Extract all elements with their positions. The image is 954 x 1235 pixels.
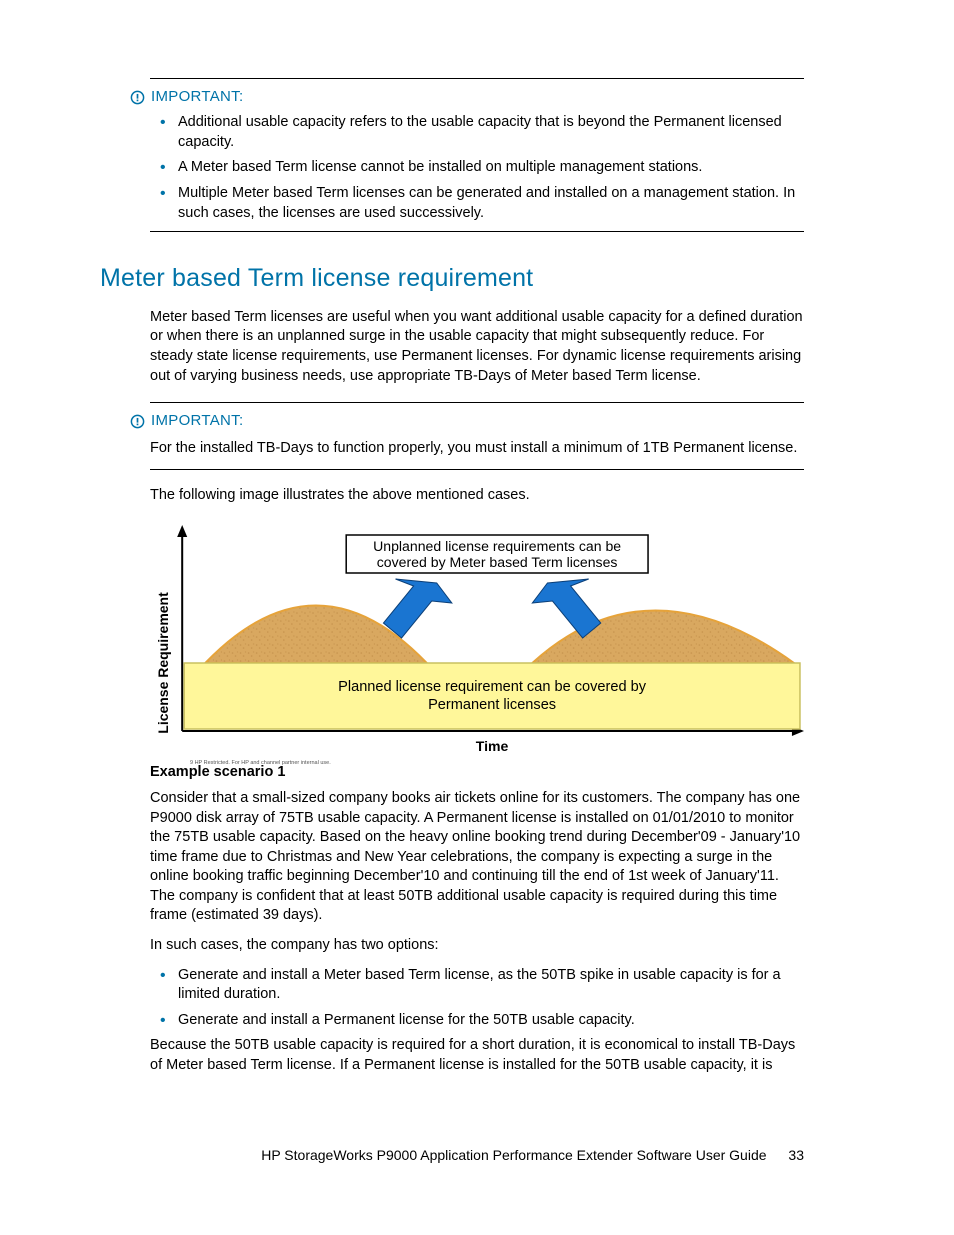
list-item: Generate and install a Meter based Term … — [178, 966, 804, 1005]
divider — [150, 78, 804, 79]
important-label: IMPORTANT: — [130, 411, 804, 431]
figure-footnote: 9 HP Restricted. For HP and channel part… — [190, 760, 331, 767]
important-label: IMPORTANT: — [130, 87, 804, 107]
list-item-text: A Meter based Term license cannot be ins… — [178, 159, 702, 175]
page-number: 33 — [788, 1147, 804, 1163]
important-block-2: IMPORTANT: For the installed TB-Days to … — [150, 411, 804, 459]
section-heading: Meter based Term license requirement — [100, 262, 804, 296]
example-bullet-list: Generate and install a Meter based Term … — [178, 966, 804, 1031]
example-p2: In such cases, the company has two optio… — [150, 936, 804, 956]
example-p3: Because the 50TB usable capacity is requ… — [150, 1036, 804, 1075]
divider — [150, 231, 804, 232]
list-item: Additional usable capacity refers to the… — [178, 113, 804, 152]
alert-icon — [130, 90, 145, 105]
important-text: For the installed TB-Days to function pr… — [150, 439, 804, 459]
y-axis-label: License Requirement — [155, 592, 171, 734]
important-bullet-list: Additional usable capacity refers to the… — [178, 113, 804, 223]
planned-caption-l2: Permanent licenses — [428, 697, 556, 713]
unplanned-caption-l1: Unplanned license requirements can be — [373, 538, 621, 554]
important-label-text: IMPORTANT: — [151, 87, 243, 107]
license-requirement-figure: License Requirement Time Planned license… — [150, 523, 804, 755]
figure-lead: The following image illustrates the abov… — [150, 486, 804, 506]
intro-paragraph: Meter based Term licenses are useful whe… — [150, 308, 804, 386]
example-p1: Consider that a small-sized company book… — [150, 789, 804, 926]
list-item: Generate and install a Permanent license… — [178, 1011, 804, 1031]
page-footer: HP StorageWorks P9000 Application Perfor… — [261, 1146, 804, 1165]
divider — [150, 402, 804, 403]
list-item-text: Generate and install a Meter based Term … — [178, 967, 781, 1003]
divider — [150, 469, 804, 470]
list-item-text: Additional usable capacity refers to the… — [178, 114, 782, 150]
list-item-text: Generate and install a Permanent license… — [178, 1012, 635, 1028]
alert-icon — [130, 414, 145, 429]
list-item: A Meter based Term license cannot be ins… — [178, 158, 804, 178]
arrow-left-icon — [383, 579, 451, 638]
important-label-text: IMPORTANT: — [151, 411, 243, 431]
list-item-text: Multiple Meter based Term licenses can b… — [178, 185, 795, 221]
planned-caption-l1: Planned license requirement can be cover… — [338, 679, 647, 695]
footer-title: HP StorageWorks P9000 Application Perfor… — [261, 1147, 766, 1163]
arrow-right-icon — [532, 579, 600, 638]
x-axis-label: Time — [476, 738, 509, 754]
list-item: Multiple Meter based Term licenses can b… — [178, 184, 804, 223]
important-block-1: IMPORTANT: Additional usable capacity re… — [150, 87, 804, 223]
unplanned-caption-l2: covered by Meter based Term licenses — [377, 554, 618, 570]
